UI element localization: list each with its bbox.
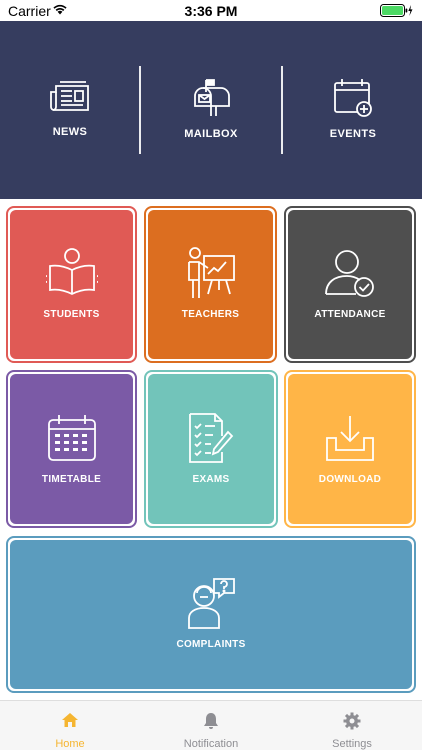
teachers-tile[interactable]: TEACHERS	[144, 206, 277, 363]
teachers-label: TEACHERS	[181, 309, 240, 320]
download-tray-icon	[326, 416, 374, 461]
tab-bar: Home Notification Settings	[0, 700, 422, 750]
complaints-tile[interactable]: COMPLAINTS	[6, 536, 416, 693]
attendance-label: ATTENDANCE	[314, 309, 386, 320]
timetable-tile[interactable]: TIMETABLE	[6, 370, 137, 528]
user-check-icon	[325, 250, 374, 297]
home-icon	[62, 713, 78, 727]
checklist-icon	[189, 413, 234, 463]
mailbox-label: MAILBOX	[184, 128, 238, 140]
news-label: NEWS	[52, 126, 88, 138]
calendar-grid-icon	[47, 415, 96, 461]
events-button[interactable]: EVENTS	[283, 66, 422, 166]
exams-tile[interactable]: EXAMS	[144, 370, 278, 528]
tab-settings[interactable]: Settings	[282, 701, 422, 750]
events-label: EVENTS	[329, 128, 377, 140]
tab-notification[interactable]: Notification	[141, 701, 281, 750]
mailbox-button[interactable]: MAILBOX	[141, 66, 281, 166]
tab-settings-label: Settings	[332, 738, 372, 750]
attendance-tile[interactable]: ATTENDANCE	[284, 206, 416, 363]
news-button[interactable]: NEWS	[0, 66, 140, 166]
tab-notification-label: Notification	[183, 738, 239, 750]
gear-icon	[343, 712, 361, 730]
calendar-add-icon	[334, 79, 372, 117]
bell-icon	[204, 713, 218, 729]
exams-label: EXAMS	[192, 474, 230, 485]
tab-home-label: Home	[55, 738, 85, 750]
tab-home[interactable]: Home	[0, 701, 140, 750]
header-panel: NEWS MAILBOX EVENTS	[0, 21, 422, 199]
status-bar: Carrier 3:36 PM	[0, 0, 422, 21]
download-label: DOWNLOAD	[318, 474, 382, 485]
question-person-icon	[188, 578, 235, 629]
students-label: STUDENTS	[43, 309, 100, 320]
newspaper-icon	[50, 81, 89, 111]
teacher-board-icon	[187, 247, 235, 298]
complaints-label: COMPLAINTS	[176, 639, 246, 650]
mailbox-icon	[194, 79, 230, 116]
download-tile[interactable]: DOWNLOAD	[284, 370, 416, 528]
student-reading-icon	[45, 248, 98, 296]
battery-charging-icon	[380, 4, 413, 17]
timetable-label: TIMETABLE	[41, 474, 102, 485]
clock: 3:36 PM	[184, 3, 238, 19]
students-tile[interactable]: STUDENTS	[6, 206, 137, 363]
